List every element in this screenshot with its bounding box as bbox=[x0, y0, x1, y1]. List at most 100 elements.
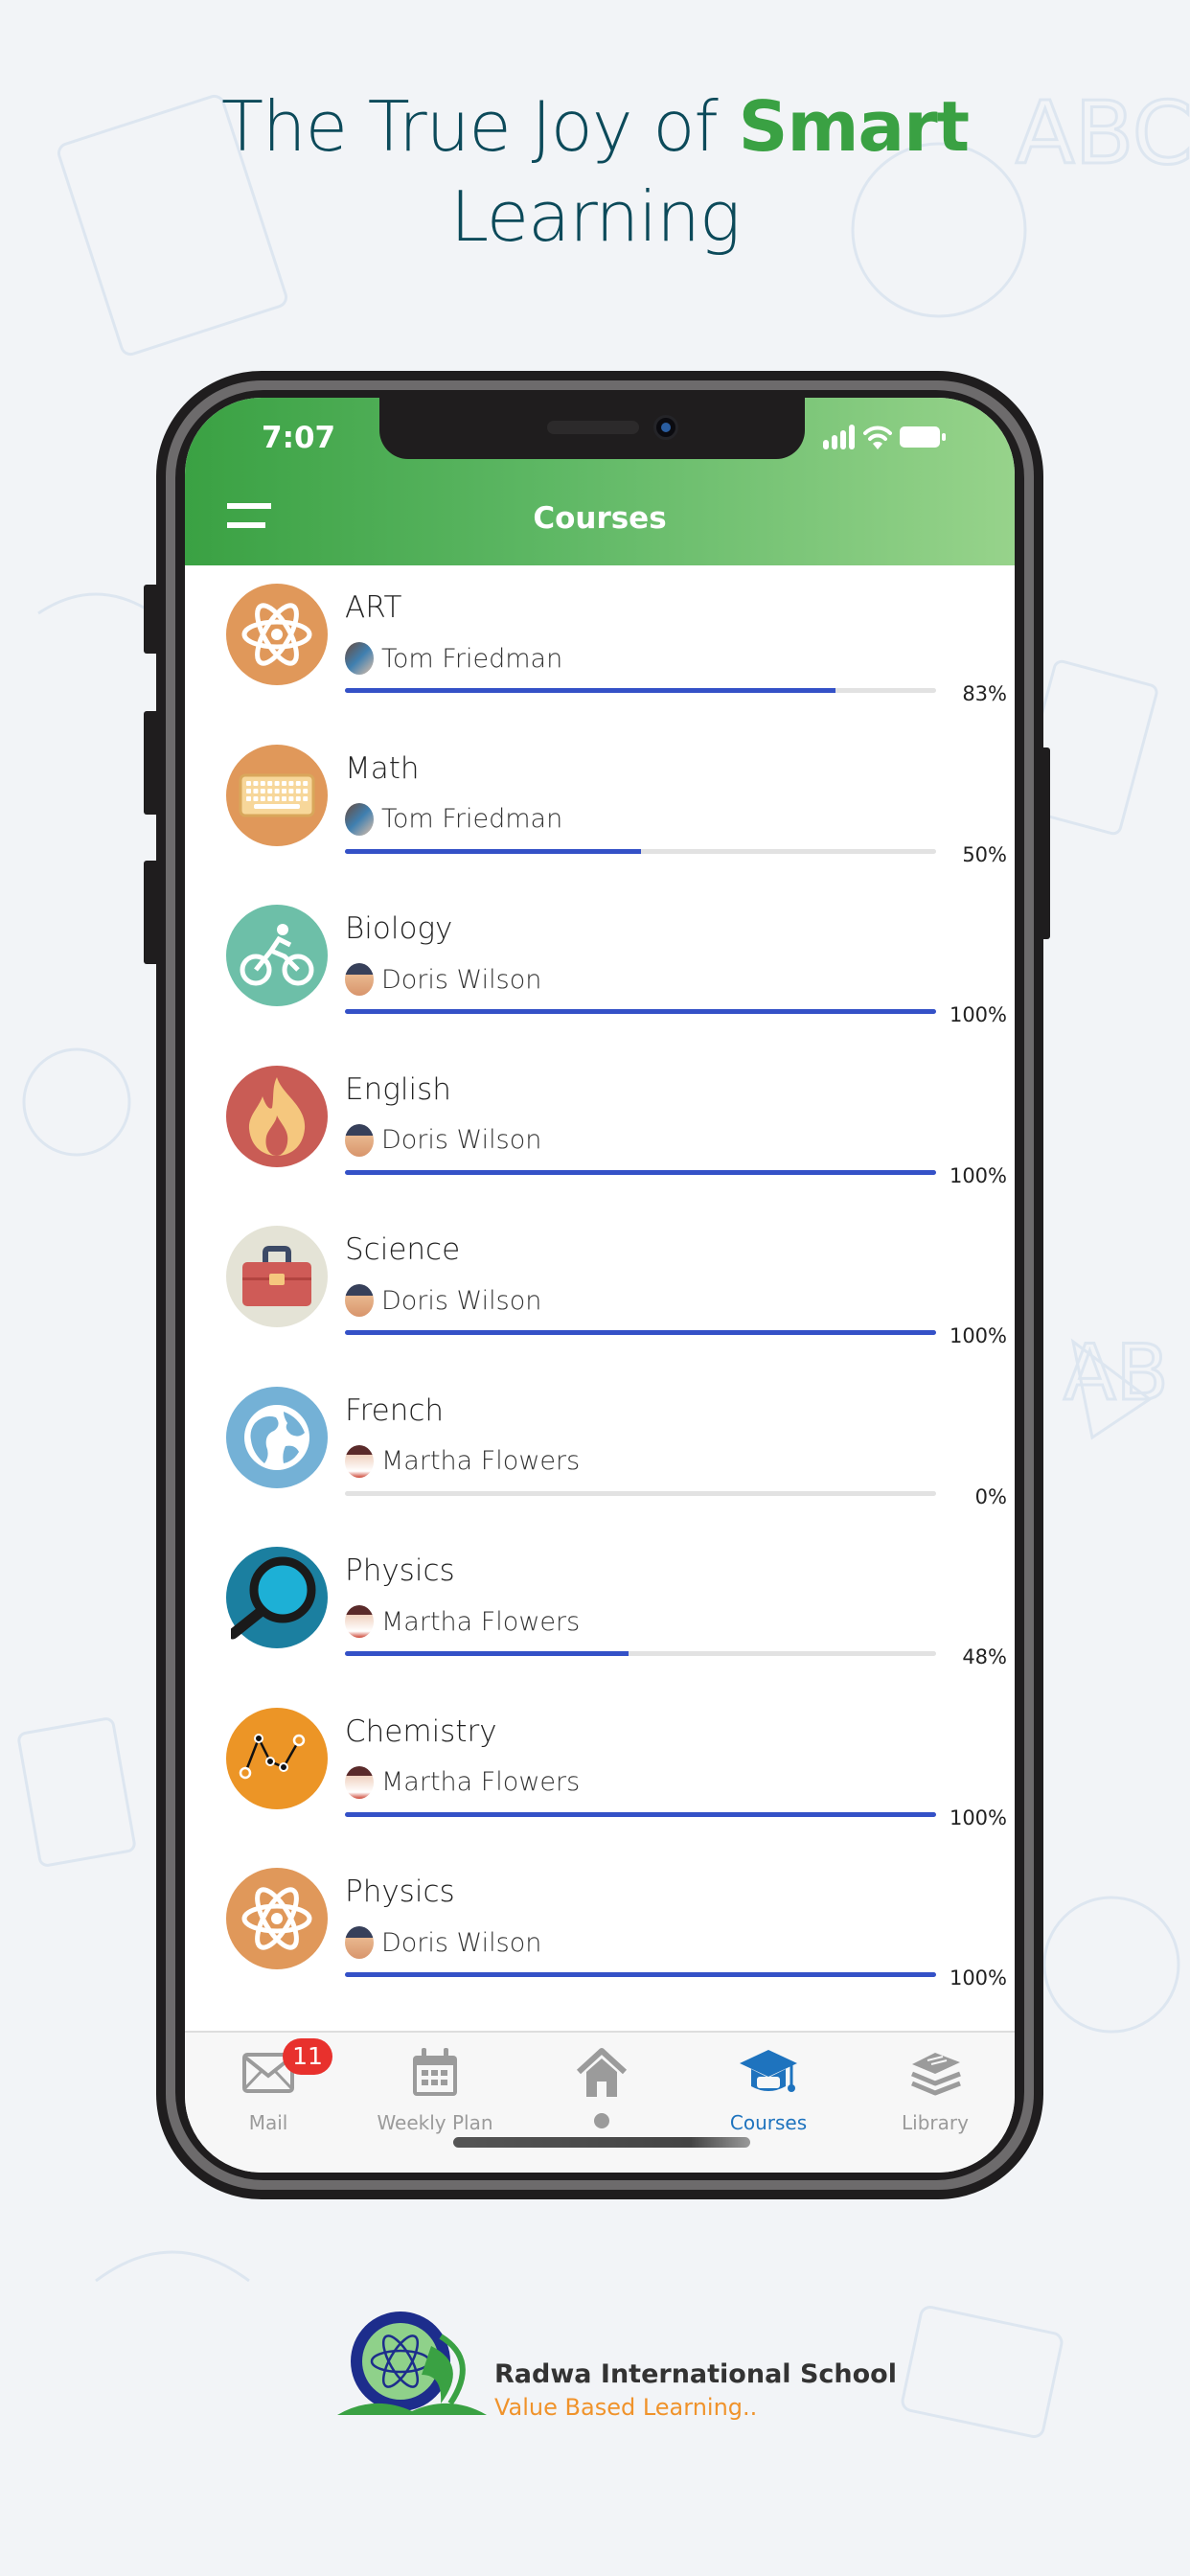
svg-text:AB: AB bbox=[1064, 1328, 1169, 1417]
calendar-icon bbox=[413, 2048, 457, 2096]
app-screen: 7:07 Courses ART Tom Friedman 83% Math T… bbox=[185, 398, 1015, 2173]
speaker-grille bbox=[547, 421, 639, 434]
course-name: Science bbox=[345, 1232, 461, 1267]
course-name: English bbox=[345, 1071, 451, 1107]
tab-label: Library bbox=[902, 2111, 969, 2134]
teacher-name: Martha Flowers bbox=[381, 1606, 581, 1637]
progress-percent: 0% bbox=[974, 1484, 1007, 1508]
progress-percent: 50% bbox=[962, 842, 1007, 866]
teacher: Doris Wilson bbox=[345, 1926, 541, 1959]
course-item[interactable]: ART Tom Friedman 83% bbox=[185, 565, 1015, 726]
progress-bar bbox=[345, 1972, 936, 1977]
teacher: Doris Wilson bbox=[345, 963, 541, 996]
magnifier-icon bbox=[226, 1547, 328, 1648]
progress-percent: 100% bbox=[949, 1003, 1007, 1026]
teacher-name: Tom Friedman bbox=[381, 804, 563, 834]
progress-fill bbox=[345, 1651, 629, 1656]
course-item[interactable]: Biology Doris Wilson 100% bbox=[185, 886, 1015, 1047]
progress-fill bbox=[345, 688, 836, 693]
progress-fill bbox=[345, 1009, 936, 1014]
graduation-cap-icon bbox=[740, 2050, 797, 2092]
home-indicator-bar[interactable] bbox=[453, 2137, 750, 2148]
teacher-name: Martha Flowers bbox=[381, 1446, 581, 1476]
wifi-icon bbox=[863, 426, 892, 449]
progress-fill bbox=[345, 848, 641, 854]
bottom-tab-bar: 11 Mail Weekly Plan Courses Library bbox=[185, 2031, 1015, 2173]
status-time: 7:07 bbox=[262, 421, 336, 455]
app-header: 7:07 Courses bbox=[185, 398, 1015, 565]
progress-bar bbox=[345, 1169, 936, 1175]
course-name: ART bbox=[345, 590, 402, 625]
teacher-avatar bbox=[345, 1284, 374, 1317]
progress-percent: 100% bbox=[949, 1966, 1007, 1990]
school-logo bbox=[337, 2312, 487, 2415]
books-icon bbox=[911, 2053, 961, 2096]
tab-weekly-plan[interactable]: Weekly Plan bbox=[352, 2044, 518, 2134]
school-tagline: Value Based Learning.. bbox=[494, 2394, 758, 2421]
teacher-name: Doris Wilson bbox=[381, 1285, 542, 1316]
teacher-avatar bbox=[345, 1926, 374, 1959]
teacher: Doris Wilson bbox=[345, 1123, 541, 1157]
headline-line-2: Learning bbox=[449, 176, 741, 257]
teacher-avatar bbox=[345, 802, 374, 836]
progress-percent: 100% bbox=[949, 1163, 1007, 1187]
home-icon bbox=[576, 2048, 628, 2097]
keyboard-icon bbox=[226, 744, 328, 846]
phone-frame: 7:07 Courses ART Tom Friedman 83% Math T… bbox=[156, 371, 1043, 2199]
teacher-avatar bbox=[345, 963, 374, 996]
school-name: Radwa International School bbox=[494, 2359, 897, 2389]
progress-bar bbox=[345, 1009, 936, 1014]
course-item[interactable]: Math Tom Friedman 50% bbox=[185, 726, 1015, 887]
course-name: French bbox=[345, 1392, 445, 1428]
atom-icon bbox=[226, 1868, 328, 1969]
toolbox-icon bbox=[226, 1226, 328, 1327]
tab-mail[interactable]: 11 Mail bbox=[185, 2038, 352, 2134]
course-item[interactable]: Physics Martha Flowers 48% bbox=[185, 1529, 1015, 1690]
tab-label: Courses bbox=[729, 2111, 808, 2134]
tab-home[interactable] bbox=[518, 2044, 685, 2128]
progress-percent: 100% bbox=[949, 1324, 1007, 1347]
cellular-signal-icon bbox=[823, 425, 855, 449]
course-name: Biology bbox=[345, 911, 453, 946]
teacher-avatar bbox=[345, 1605, 374, 1638]
cyclist-icon bbox=[226, 905, 328, 1006]
progress-fill bbox=[345, 1811, 936, 1817]
headline: The True Joy of Smart Learning bbox=[0, 81, 1190, 262]
teacher-avatar bbox=[345, 1123, 374, 1157]
globe-icon bbox=[226, 1386, 328, 1488]
headline-accent: Smart bbox=[738, 86, 970, 167]
front-camera bbox=[653, 415, 678, 440]
teacher: Tom Friedman bbox=[345, 642, 562, 675]
progress-bar bbox=[345, 688, 936, 693]
progress-bar bbox=[345, 1811, 936, 1817]
teacher: Martha Flowers bbox=[345, 1444, 581, 1478]
teacher-avatar bbox=[345, 642, 374, 675]
teacher-avatar bbox=[345, 1765, 374, 1799]
teacher-name: Doris Wilson bbox=[381, 1927, 542, 1958]
teacher-name: Doris Wilson bbox=[381, 964, 542, 995]
teacher: Martha Flowers bbox=[345, 1765, 580, 1799]
course-item[interactable]: English Doris Wilson 100% bbox=[185, 1047, 1015, 1208]
teacher: Martha Flowers bbox=[345, 1605, 580, 1638]
course-item[interactable]: Physics Doris Wilson 100% bbox=[185, 1850, 1015, 2011]
course-name: Physics bbox=[345, 1874, 455, 1909]
line-graph-icon bbox=[226, 1707, 328, 1809]
course-item[interactable]: French Martha Flowers 0% bbox=[185, 1368, 1015, 1530]
course-name: Physics bbox=[345, 1553, 455, 1588]
mail-badge: 11 bbox=[283, 2038, 332, 2075]
course-item[interactable]: Science Doris Wilson 100% bbox=[185, 1208, 1015, 1368]
phone-notch bbox=[379, 398, 805, 459]
progress-fill bbox=[345, 1169, 936, 1175]
tab-courses[interactable]: Courses bbox=[685, 2044, 852, 2134]
teacher: Tom Friedman bbox=[345, 802, 563, 836]
course-item[interactable]: Chemistry Martha Flowers 100% bbox=[185, 1690, 1015, 1851]
teacher-name: Tom Friedman bbox=[381, 643, 563, 674]
course-name: Chemistry bbox=[345, 1714, 497, 1749]
progress-bar bbox=[345, 1330, 936, 1335]
progress-percent: 100% bbox=[949, 1806, 1007, 1829]
tab-library[interactable]: Library bbox=[852, 2044, 1015, 2134]
progress-percent: 83% bbox=[962, 682, 1007, 705]
progress-bar bbox=[345, 1490, 936, 1496]
teacher: Doris Wilson bbox=[345, 1284, 541, 1317]
tab-label: Mail bbox=[248, 2111, 288, 2134]
